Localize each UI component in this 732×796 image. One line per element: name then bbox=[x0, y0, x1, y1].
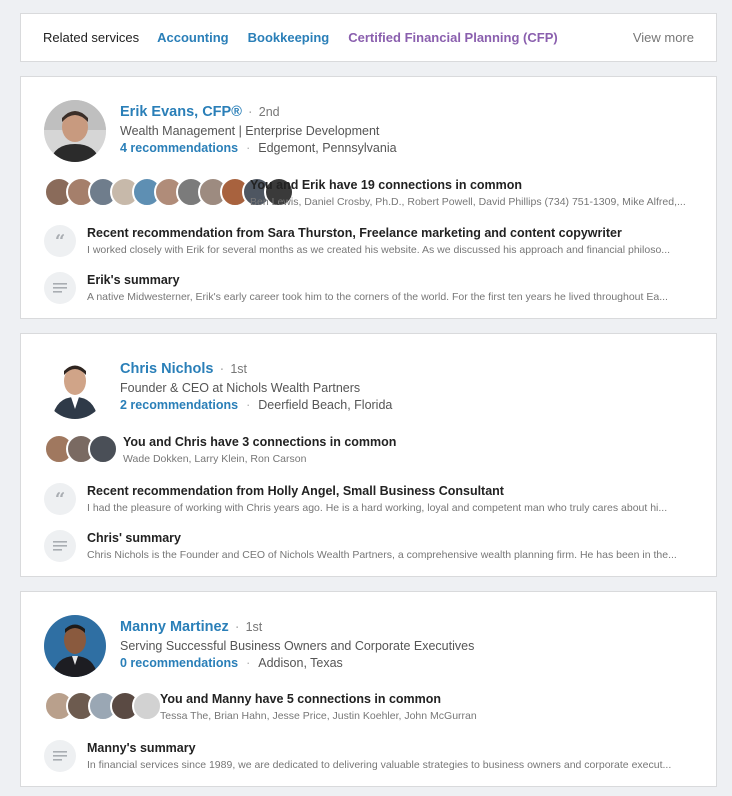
summary-text: Chris Nichols is the Founder and CEO of … bbox=[87, 549, 677, 561]
separator-dot: · bbox=[246, 398, 251, 412]
avatar[interactable] bbox=[44, 100, 106, 162]
name-row: Erik Evans, CFP® · 2nd bbox=[120, 104, 280, 120]
connection-degree: 1st bbox=[245, 620, 263, 634]
summary-lines-icon bbox=[44, 272, 76, 304]
avatar[interactable] bbox=[44, 357, 106, 419]
person-location: Deerfield Beach, Florida bbox=[258, 398, 393, 412]
related-link-bookkeeping[interactable]: Bookkeeping bbox=[248, 30, 330, 45]
recommendations-link[interactable]: 0 recommendations bbox=[120, 656, 238, 670]
summary-title[interactable]: Chris' summary bbox=[87, 531, 181, 545]
summary-title[interactable]: Erik's summary bbox=[87, 273, 180, 287]
person-location: Addison, Texas bbox=[258, 656, 343, 670]
summary-text: In financial services since 1989, we are… bbox=[87, 759, 672, 771]
summary-lines-icon bbox=[44, 740, 76, 772]
related-services-title: Related services bbox=[43, 30, 140, 45]
connection-degree: 1st bbox=[230, 362, 247, 376]
person-card-chris: Chris Nichols · 1st Founder & CEO at Nicho… bbox=[20, 333, 717, 577]
recommendation-text: I had the pleasure of working with Chris… bbox=[87, 502, 668, 514]
recommendation-title[interactable]: Recent recommendation from Sara Thurston… bbox=[87, 226, 622, 240]
view-more-link[interactable]: View more bbox=[633, 30, 694, 45]
avatar[interactable] bbox=[44, 615, 106, 677]
summary-lines-icon bbox=[44, 530, 76, 562]
separator-dot: · bbox=[246, 141, 251, 155]
summary-text: A native Midwesterner, Erik's early care… bbox=[87, 291, 668, 303]
name-row: Manny Martinez · 1st bbox=[120, 619, 262, 635]
recommendation-title[interactable]: Recent recommendation from Holly Angel, … bbox=[87, 484, 504, 498]
related-services-bar: Related services Accounting Bookkeeping … bbox=[20, 13, 717, 62]
connections-names: Ben Lewis, Daniel Crosby, Ph.D., Robert … bbox=[250, 196, 686, 208]
person-meta: 2 recommendations · Deerfield Beach, Flori… bbox=[120, 398, 392, 412]
person-meta: 0 recommendations · Addison, Texas bbox=[120, 656, 343, 670]
connections-title[interactable]: You and Erik have 19 connections in comm… bbox=[250, 178, 522, 192]
person-location: Edgemont, Pennsylvania bbox=[258, 141, 397, 155]
person-name[interactable]: Erik Evans, CFP® bbox=[120, 104, 242, 120]
separator-dot: · bbox=[234, 619, 240, 635]
summary-title[interactable]: Manny's summary bbox=[87, 741, 196, 755]
connections-names: Wade Dokken, Larry Klein, Ron Carson bbox=[123, 453, 307, 465]
related-link-cfp[interactable]: Certified Financial Planning (CFP) bbox=[348, 30, 557, 45]
person-card-erik: Erik Evans, CFP® · 2nd Wealth Management |… bbox=[20, 76, 717, 319]
recommendations-link[interactable]: 2 recommendations bbox=[120, 398, 238, 412]
person-headline: Wealth Management | Enterprise Developme… bbox=[120, 124, 380, 138]
separator-dot: · bbox=[247, 104, 253, 120]
name-row: Chris Nichols · 1st bbox=[120, 361, 247, 377]
person-meta: 4 recommendations · Edgemont, Pennsylvania bbox=[120, 141, 397, 155]
person-card-manny: Manny Martinez · 1st Serving Successful Bu… bbox=[20, 591, 717, 787]
separator-dot: · bbox=[246, 656, 251, 670]
person-name[interactable]: Manny Martinez bbox=[120, 619, 229, 635]
related-link-accounting[interactable]: Accounting bbox=[157, 30, 229, 45]
connections-names: Tessa The, Brian Hahn, Jesse Price, Just… bbox=[160, 710, 477, 722]
recommendation-text: I worked closely with Erik for several m… bbox=[87, 244, 671, 256]
connection-avatar bbox=[132, 691, 162, 721]
connections-title[interactable]: You and Chris have 3 connections in comm… bbox=[123, 435, 396, 449]
person-name[interactable]: Chris Nichols bbox=[120, 361, 213, 377]
recommendations-link[interactable]: 4 recommendations bbox=[120, 141, 238, 155]
connection-avatars[interactable] bbox=[44, 434, 118, 464]
person-headline: Serving Successful Business Owners and C… bbox=[120, 639, 475, 653]
quote-icon: “ bbox=[44, 225, 76, 257]
connections-title[interactable]: You and Manny have 5 connections in comm… bbox=[160, 692, 441, 706]
person-headline: Founder & CEO at Nichols Wealth Partners bbox=[120, 381, 361, 395]
separator-dot: · bbox=[219, 361, 225, 377]
connection-avatars[interactable] bbox=[44, 691, 162, 721]
quote-icon: “ bbox=[44, 483, 76, 515]
connection-degree: 2nd bbox=[258, 105, 280, 119]
connection-avatar bbox=[88, 434, 118, 464]
